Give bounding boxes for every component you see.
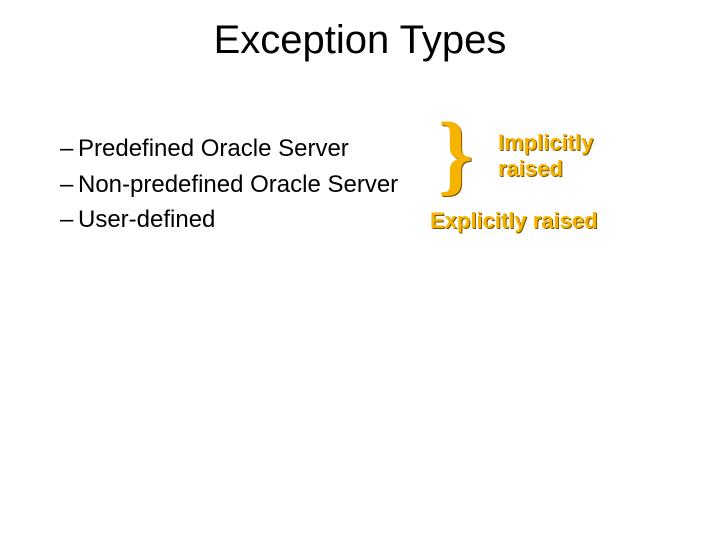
explicit-label: Explicitly raised bbox=[430, 208, 598, 234]
implicit-line2: raised bbox=[498, 156, 563, 181]
brace-icon: } bbox=[438, 110, 473, 200]
implicit-line1: Implicitly bbox=[498, 130, 593, 155]
bullet-dash: – bbox=[60, 168, 78, 202]
slide: Exception Types –Predefined Oracle Serve… bbox=[0, 0, 720, 540]
slide-title: Exception Types bbox=[0, 18, 720, 63]
implicit-label: Implicitly raised bbox=[498, 130, 593, 183]
bullet-dash: – bbox=[60, 132, 78, 166]
bullet-text: Predefined Oracle Server bbox=[78, 135, 349, 162]
bullet-text: Non-predefined Oracle Server bbox=[78, 171, 398, 198]
bullet-text: User-defined bbox=[78, 206, 215, 233]
bullet-dash: – bbox=[60, 203, 78, 237]
